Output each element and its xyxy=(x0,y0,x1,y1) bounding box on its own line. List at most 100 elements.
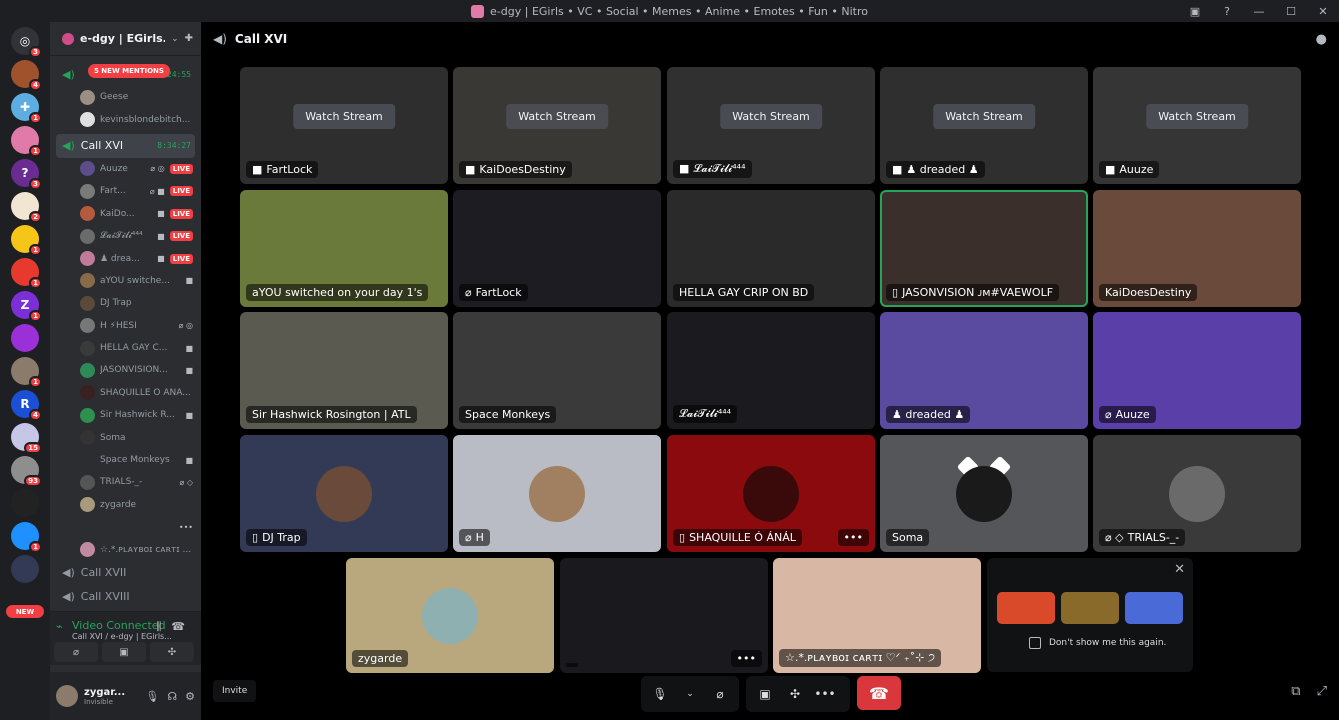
video-tile[interactable]: ⌀ H xyxy=(453,435,661,552)
server-6[interactable]: 1 xyxy=(11,225,42,256)
video-tile[interactable]: KaiDoesDestiny xyxy=(1093,190,1301,307)
headphones-icon[interactable]: ☊ xyxy=(167,690,177,703)
voice-user[interactable]: Geese xyxy=(80,86,201,108)
voice-user[interactable]: ••• xyxy=(80,516,201,538)
sticker-2[interactable] xyxy=(1061,592,1119,624)
server-8[interactable]: Z1 xyxy=(11,291,42,322)
sticker-3[interactable] xyxy=(1125,592,1183,624)
sticker-1[interactable] xyxy=(997,592,1055,624)
voice-user[interactable]: ♟ drea... ■ LIVE xyxy=(80,247,201,269)
microphone-icon[interactable]: 🎙 xyxy=(145,690,159,703)
watch-stream-button[interactable]: Watch Stream xyxy=(720,104,822,129)
voice-channel[interactable]: ◀) Call XVIII xyxy=(56,585,195,609)
watch-stream-button[interactable]: Watch Stream xyxy=(506,104,608,129)
camera-off-icon[interactable]: ⌀ xyxy=(707,680,733,708)
voice-user[interactable]: 𝓛𝓪𝓲𝓣𝓲𝓵𝓲⁴⁴⁴ ■ LIVE xyxy=(80,225,201,247)
video-tile[interactable]: 𝓛𝓪𝓲𝓣𝓲𝓵𝓲⁴⁴⁴ xyxy=(667,312,875,429)
server-16[interactable] xyxy=(11,555,39,583)
close-icon[interactable]: ✕ xyxy=(1307,5,1339,18)
chevron-down-icon[interactable]: ⌄ xyxy=(171,34,179,44)
video-tile[interactable]: ▯ DJ Trap xyxy=(240,435,448,552)
video-tile[interactable]: ♟ dreaded ♟ xyxy=(880,312,1088,429)
microphone-icon[interactable]: 🎙 xyxy=(647,680,673,708)
activity-icon[interactable]: ✣ xyxy=(782,680,808,708)
voice-user[interactable]: KaiDo... ■ LIVE xyxy=(80,203,201,225)
video-tile[interactable]: Sir Hashwick Rosington | ATL xyxy=(240,312,448,429)
camera-off-button[interactable]: ⌀ xyxy=(54,642,98,662)
maximize-icon[interactable]: ☐ xyxy=(1275,5,1307,18)
activity-button[interactable]: ✣ xyxy=(150,642,194,662)
voice-channel-active[interactable]: ◀) Call XVI 8:34:27 xyxy=(56,133,195,158)
server-13[interactable]: 93 xyxy=(11,456,42,487)
video-tile[interactable]: ☆.*.ᴘʟᴀʏʙᴏɪ ᴄᴀʀᴛɪ ♡ᐟ ₊˚⊹ ੭ xyxy=(773,558,981,673)
more-options-icon[interactable]: ••• xyxy=(812,680,838,708)
avatar[interactable] xyxy=(56,685,78,707)
video-tile[interactable]: Watch Stream ■ KaiDoesDestiny xyxy=(453,67,661,184)
voice-channel[interactable]: ◀) Call XVII xyxy=(56,561,195,585)
video-tile[interactable]: aYOU switched on your day 1's xyxy=(240,190,448,307)
server-5[interactable]: 2 xyxy=(11,192,42,223)
video-tile[interactable]: Watch Stream ■ ♟ dreaded ♟ xyxy=(880,67,1088,184)
voice-user[interactable]: H ⚡HESI ⌀ ◎ xyxy=(80,315,201,337)
more-options-icon[interactable]: ••• xyxy=(730,650,762,667)
server-7[interactable]: 1 xyxy=(11,258,42,289)
voice-user[interactable]: JASONVISION... ■ xyxy=(80,359,201,381)
new-servers-pill[interactable]: NEW xyxy=(6,605,44,618)
noise-suppression-icon[interactable]: ⫼ xyxy=(156,620,161,634)
discord-home-icon[interactable]: ◎ 3 xyxy=(11,27,42,58)
voice-user[interactable]: Fart... ⌀ ■ LIVE xyxy=(80,180,201,202)
server-15[interactable]: 1 xyxy=(11,522,42,553)
share-screen-icon[interactable]: ▣ xyxy=(752,680,778,708)
voice-user[interactable]: SHAQUILLE Ó ÁNÁ... xyxy=(80,382,201,404)
minimize-icon[interactable]: — xyxy=(1243,5,1275,18)
video-tile[interactable]: ▯ SHAQUILLE Ó ÁNÁL ••• xyxy=(667,435,875,552)
video-tile[interactable]: ⌀ Auuze xyxy=(1093,312,1301,429)
watch-stream-button[interactable]: Watch Stream xyxy=(293,104,395,129)
voice-user[interactable]: zygarde xyxy=(80,494,201,516)
voice-user[interactable]: Soma xyxy=(80,426,201,448)
video-tile[interactable]: ⌀ ◇ TRIALS-_- xyxy=(1093,435,1301,552)
popout-icon[interactable]: ⧉ xyxy=(1291,684,1300,699)
server-4[interactable]: ? 3 xyxy=(11,159,42,190)
video-tile[interactable]: zygarde xyxy=(346,558,554,673)
voice-user[interactable]: Sir Hashwick R... ■ xyxy=(80,404,201,426)
video-tile[interactable]: ▯ JASONVISION ᴊᴍ#VAEWOLF xyxy=(880,190,1088,307)
server-1[interactable]: 4 xyxy=(11,60,42,91)
server-3[interactable]: 1 xyxy=(11,126,42,157)
more-options-icon[interactable]: ••• xyxy=(837,529,869,546)
voice-user[interactable]: DJ Trap xyxy=(80,292,201,314)
video-tile[interactable]: Watch Stream ■ FartLock xyxy=(240,67,448,184)
disconnect-icon[interactable]: ☎ xyxy=(171,620,185,634)
new-mentions-pill[interactable]: 5 NEW MENTIONS xyxy=(88,64,170,78)
chat-icon[interactable]: ● xyxy=(1316,32,1327,47)
watch-stream-button[interactable]: Watch Stream xyxy=(1146,104,1248,129)
video-tile[interactable]: Soma xyxy=(880,435,1088,552)
voice-user[interactable]: Auuze ⌀ ◎ LIVE xyxy=(80,158,201,180)
server-14[interactable] xyxy=(11,489,39,517)
server-10[interactable]: 1 xyxy=(11,357,42,388)
leave-call-button[interactable]: ☎ xyxy=(857,676,901,710)
server-2[interactable]: ✚ 1 xyxy=(11,93,42,124)
video-tile[interactable]: Space Monkeys xyxy=(453,312,661,429)
video-tile[interactable]: HELLA GAY CRIP ON BD xyxy=(667,190,875,307)
voice-user[interactable]: Space Monkeys ■ xyxy=(80,449,201,471)
chevron-up-icon[interactable]: ⌄ xyxy=(677,680,703,708)
dont-show-checkbox[interactable] xyxy=(1029,637,1041,649)
voice-user[interactable]: ☆.*.ᴘʟᴀʏʙᴏɪ ᴄᴀʀᴛɪ ... xyxy=(80,538,201,560)
share-screen-button[interactable]: ▣ xyxy=(102,642,146,662)
voice-user[interactable]: TRIALS-_- ⌀ ◇ xyxy=(80,471,201,493)
server-12[interactable]: 15 xyxy=(11,423,42,454)
gear-icon[interactable]: ⚙ xyxy=(185,690,195,703)
inbox-icon[interactable]: ▣ xyxy=(1179,5,1211,18)
close-icon[interactable]: ✕ xyxy=(1174,562,1185,577)
voice-user[interactable]: HELLA GAY C... ■ xyxy=(80,337,201,359)
add-member-icon[interactable]: ✚ xyxy=(185,33,193,44)
watch-stream-button[interactable]: Watch Stream xyxy=(933,104,1035,129)
video-tile[interactable]: Watch Stream ■ Auuze xyxy=(1093,67,1301,184)
server-9[interactable] xyxy=(11,324,39,352)
video-tile[interactable]: ••• xyxy=(560,558,768,673)
server-11[interactable]: R4 xyxy=(11,390,42,421)
server-header[interactable]: e-dgy | EGirls... ⌄ ✚ xyxy=(50,22,201,56)
video-tile[interactable]: Watch Stream ■ 𝓛𝓪𝓲𝓣𝓲𝓵𝓲⁴⁴⁴ xyxy=(667,67,875,184)
video-tile[interactable]: ⌀ FartLock xyxy=(453,190,661,307)
